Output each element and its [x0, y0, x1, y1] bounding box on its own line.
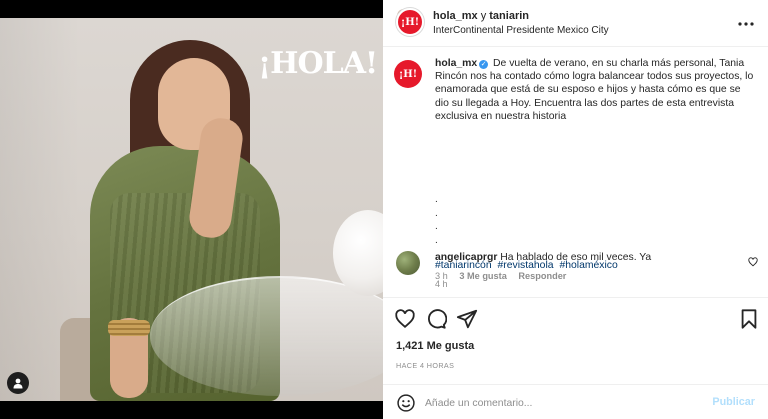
action-bar — [383, 297, 768, 339]
commenter-avatar[interactable] — [396, 251, 420, 275]
comment-likes-link[interactable]: 3 Me gusta — [459, 271, 506, 281]
post-header: ¡H! hola_mx y taniarin InterContinental … — [383, 0, 768, 47]
comment-item: angelicaprgr Ha hablado de eso mil veces… — [383, 249, 768, 289]
share-icon[interactable] — [456, 308, 478, 330]
user-icon — [13, 378, 23, 389]
caption-username[interactable]: hola_mx — [435, 58, 477, 69]
gold-bracelet — [108, 320, 150, 336]
caption-dot: . — [435, 234, 438, 246]
emoji-icon[interactable] — [396, 393, 416, 413]
verified-badge-icon: ✓ — [479, 60, 489, 69]
comment-icon[interactable] — [425, 308, 447, 330]
add-comment-bar: Publicar — [383, 384, 768, 419]
likes-count[interactable]: 1,421 Me gusta — [396, 340, 474, 352]
bookmark-icon[interactable] — [738, 308, 760, 330]
collaborator-username[interactable]: taniarin — [489, 10, 529, 22]
tagged-users-button[interactable] — [7, 372, 29, 394]
comment-input[interactable] — [425, 393, 705, 413]
comment-text: angelicaprgr Ha hablado de eso mil veces… — [435, 252, 651, 263]
caption-dot: . — [435, 221, 438, 232]
heart-icon[interactable] — [394, 308, 416, 330]
caption-avatar[interactable]: ¡H! — [394, 60, 422, 88]
caption-dot: . — [435, 194, 438, 205]
post-location[interactable]: InterContinental Presidente Mexico City — [433, 25, 609, 36]
comment-heart-icon[interactable] — [748, 257, 758, 267]
author-username[interactable]: hola_mx — [433, 10, 478, 22]
publish-button[interactable]: Publicar — [712, 396, 755, 408]
post-image[interactable]: ¡HOLA! — [0, 18, 383, 401]
post-authors: hola_mx y taniarin — [433, 10, 529, 22]
comment-reply-button[interactable]: Responder — [518, 271, 566, 281]
comment-body: Ha hablado de eso mil veces. Ya — [500, 252, 652, 263]
post-timestamp: HACE 4 HORAS — [396, 361, 455, 370]
author-avatar[interactable]: ¡H! — [396, 8, 424, 36]
comment-timestamp: 3 h — [435, 271, 448, 281]
caption-dot: . — [435, 207, 438, 219]
hola-logo: ¡HOLA! — [258, 46, 378, 81]
comment-meta: 3 h 3 Me gusta Responder — [435, 271, 575, 281]
commenter-username[interactable]: angelicaprgr — [435, 252, 497, 263]
authors-connector: y — [480, 10, 487, 22]
post-side-panel: ¡H! hola_mx y taniarin InterContinental … — [383, 0, 768, 419]
instagram-post-modal: ¡HOLA! ¡H! hola_mx y taniarin InterConti… — [0, 0, 768, 419]
more-options-icon[interactable] — [738, 14, 756, 28]
caption-text: hola_mx ✓ De vuelta de verano, en su char… — [435, 57, 755, 123]
